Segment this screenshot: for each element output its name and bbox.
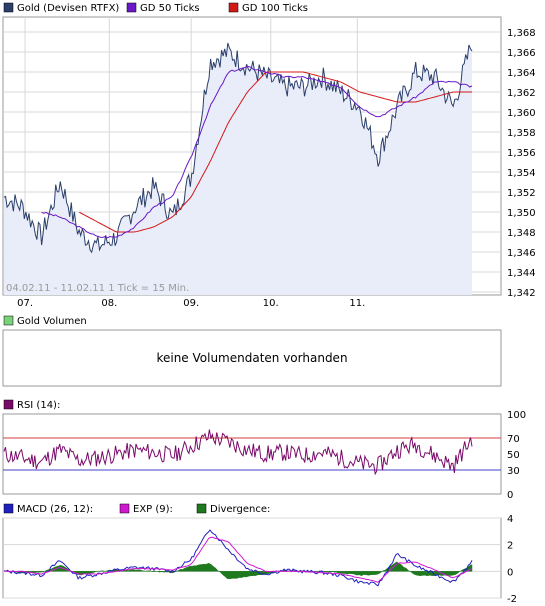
volume-legend-label: Gold Volumen — [17, 316, 87, 327]
volume-legend: Gold Volumen — [3, 315, 87, 327]
price-y-tick-label: 1,348 — [507, 228, 536, 239]
macd-y-tick-label: 0 — [507, 567, 513, 578]
rsi-y-tick-label: 30 — [507, 466, 520, 477]
price-y-axis: 1,368 1,366 1,364 1,362 1,360 1,358 1,356 1,354… — [507, 28, 536, 299]
price-y-tick-label: 1,350 — [507, 208, 536, 219]
price-y-tick-label: 1,354 — [507, 168, 536, 179]
rsi-legend: RSI (14): — [3, 399, 60, 411]
exp-legend-swatch — [119, 503, 130, 514]
rsi-y-tick-label: 0 — [507, 490, 513, 501]
price-y-tick-label: 1,362 — [507, 88, 536, 99]
macd-legend-swatch — [3, 503, 14, 514]
divergence-legend-swatch — [196, 503, 207, 514]
rsi-y-tick-label: 100 — [507, 410, 526, 421]
gd100-legend-label: GD 100 Ticks — [242, 3, 308, 14]
price-y-tick-label: 1,360 — [507, 108, 536, 119]
chart-canvas: Gold (Devisen RTFX) GD 50 Ticks GD 100 T… — [2, 2, 536, 605]
price-x-tick-label: 08. — [101, 298, 117, 309]
divergence-legend-label: Divergence: — [210, 504, 270, 515]
volume-legend-swatch — [3, 315, 14, 326]
exp-legend-label: EXP (9): — [133, 504, 173, 515]
price-x-tick-label: 09. — [183, 298, 199, 309]
price-y-tick-label: 1,368 — [507, 28, 536, 39]
price-y-tick-label: 1,364 — [507, 68, 536, 79]
price-x-axis: 07. 08. 09. 10. 11. — [17, 298, 365, 309]
rsi-legend-label: RSI (14): — [17, 400, 60, 411]
no-volume-message: keine Volumendaten vorhanden — [156, 351, 347, 365]
price-x-tick-label: 10. — [263, 298, 279, 309]
price-legend-label: Gold (Devisen RTFX) — [17, 3, 119, 14]
price-y-tick-label: 1,366 — [507, 48, 536, 59]
macd-legend-label: MACD (26, 12): — [17, 504, 93, 515]
gd100-legend-swatch — [228, 2, 239, 13]
price-y-tick-label: 1,344 — [507, 268, 536, 279]
rsi-y-tick-label: 70 — [507, 434, 520, 445]
gd50-legend-label: GD 50 Ticks — [140, 3, 200, 14]
price-y-tick-label: 1,352 — [507, 188, 536, 199]
rsi-y-axis: 100 70 50 30 0 — [507, 410, 526, 501]
price-x-tick-label: 07. — [17, 298, 33, 309]
macd-y-tick-label: -2 — [507, 594, 517, 605]
price-y-tick-label: 1,346 — [507, 248, 536, 259]
rsi-legend-swatch — [3, 399, 14, 410]
macd-plot-area — [2, 517, 502, 599]
gd50-legend-swatch — [126, 2, 137, 13]
price-legend: Gold (Devisen RTFX) GD 50 Ticks GD 100 T… — [3, 2, 308, 14]
price-x-tick-label: 11. — [349, 298, 365, 309]
macd-y-tick-label: 2 — [507, 541, 513, 552]
period-note: 04.02.11 - 11.02.11 1 Tick = 15 Min. — [6, 283, 189, 294]
rsi-y-tick-label: 50 — [507, 450, 520, 461]
price-y-tick-label: 1,356 — [507, 148, 536, 159]
price-legend-swatch — [3, 2, 14, 13]
macd-y-axis: 4 2 0 -2 — [507, 514, 517, 605]
price-y-tick-label: 1,358 — [507, 128, 536, 139]
price-y-tick-label: 1,342 — [507, 288, 536, 299]
macd-legend: MACD (26, 12): EXP (9): Divergence: — [3, 503, 270, 515]
macd-y-tick-label: 4 — [507, 514, 513, 525]
